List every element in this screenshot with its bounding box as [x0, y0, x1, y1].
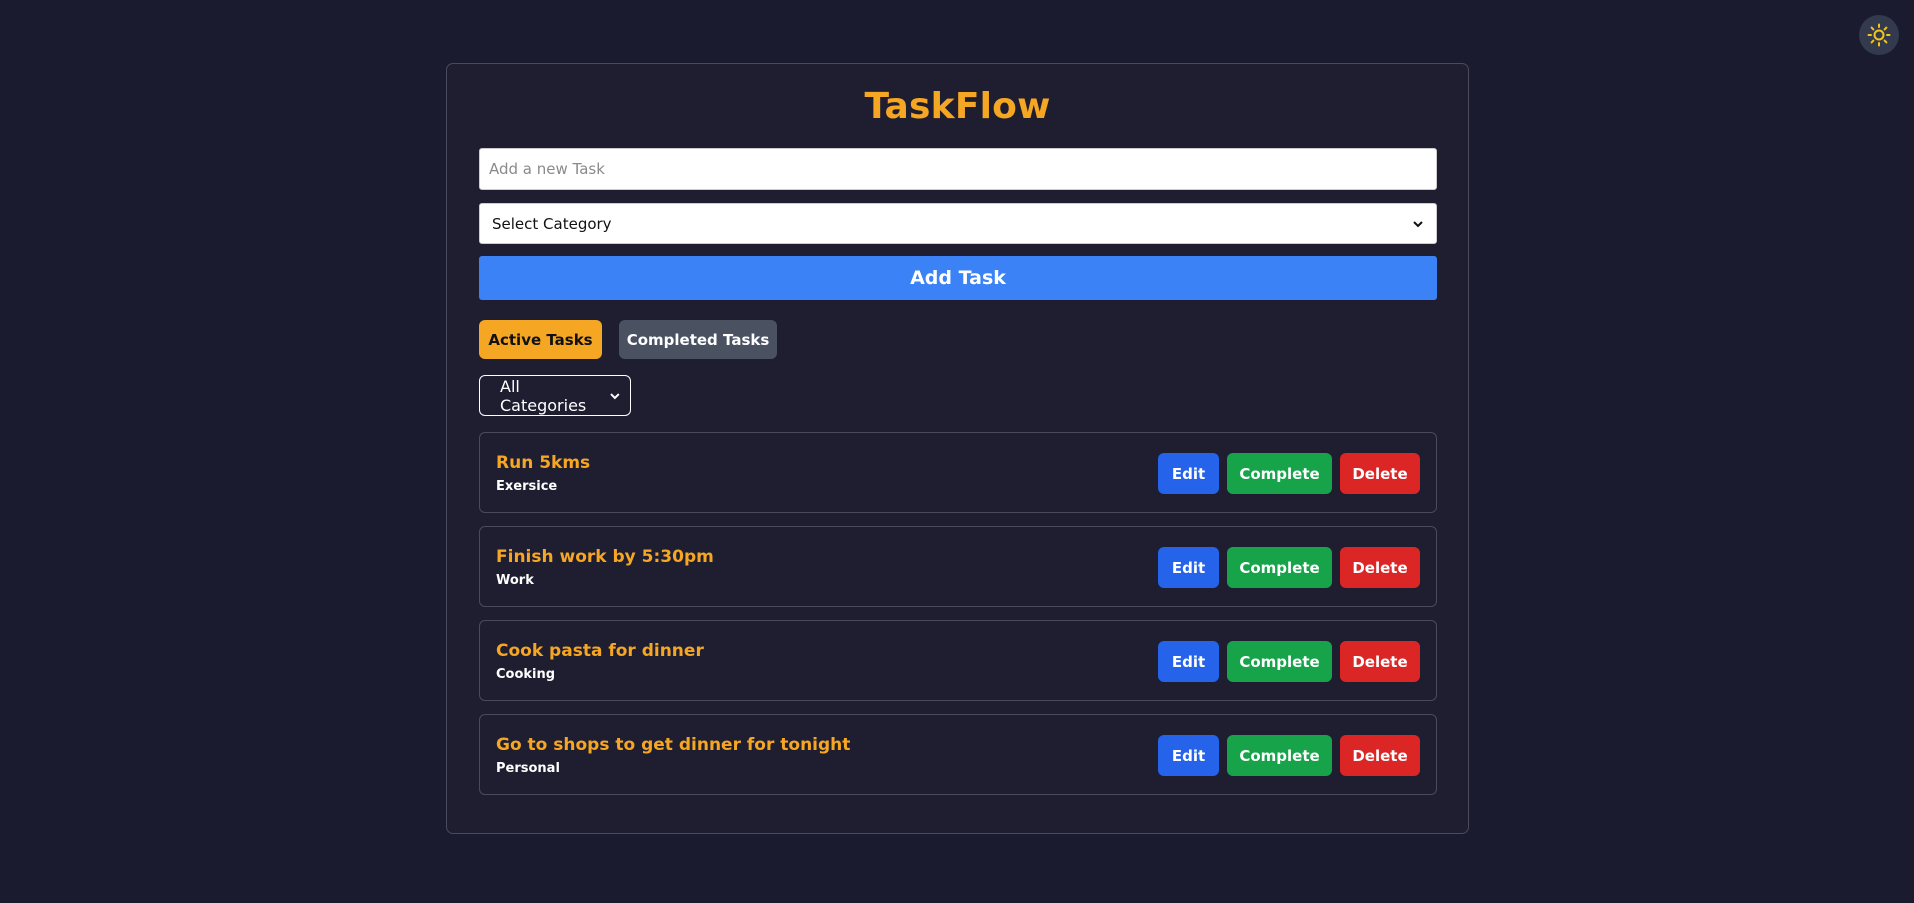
category-filter-value: All Categories — [500, 376, 587, 415]
task-title: Cook pasta for dinner — [496, 641, 704, 661]
category-filter-select[interactable]: All Categories — [479, 375, 631, 416]
task-list: Run 5kms Exersice Edit Complete Delete F… — [479, 432, 1437, 808]
theme-toggle-button[interactable] — [1859, 15, 1899, 55]
task-category: Cooking — [496, 667, 556, 682]
task-title: Go to shops to get dinner for tonight — [496, 735, 851, 755]
edit-button[interactable]: Edit — [1158, 453, 1219, 494]
edit-button[interactable]: Edit — [1158, 547, 1219, 588]
task-item: Go to shops to get dinner for tonight Pe… — [479, 714, 1437, 795]
complete-button[interactable]: Complete — [1227, 547, 1332, 588]
add-task-button[interactable]: Add Task — [479, 256, 1437, 300]
chevron-down-icon — [1413, 220, 1423, 227]
sun-icon — [1867, 23, 1891, 47]
delete-button[interactable]: Delete — [1340, 453, 1420, 494]
taskflow-card: TaskFlow Select Category Add Task Active… — [446, 63, 1469, 834]
complete-button[interactable]: Complete — [1227, 641, 1332, 682]
edit-button[interactable]: Edit — [1158, 735, 1219, 776]
app-title: TaskFlow — [864, 86, 1051, 127]
delete-button[interactable]: Delete — [1340, 735, 1420, 776]
tab-completed-tasks[interactable]: Completed Tasks — [619, 320, 777, 359]
category-select-value: Select Category — [492, 214, 612, 233]
task-category: Personal — [496, 761, 560, 776]
edit-button[interactable]: Edit — [1158, 641, 1219, 682]
new-task-input[interactable] — [479, 148, 1437, 190]
delete-button[interactable]: Delete — [1340, 641, 1420, 682]
tab-active-tasks[interactable]: Active Tasks — [479, 320, 602, 359]
task-title: Finish work by 5:30pm — [496, 547, 714, 567]
task-item: Run 5kms Exersice Edit Complete Delete — [479, 432, 1437, 513]
task-item: Cook pasta for dinner Cooking Edit Compl… — [479, 620, 1437, 701]
chevron-down-icon — [610, 392, 620, 399]
task-category: Exersice — [496, 479, 558, 494]
task-item: Finish work by 5:30pm Work Edit Complete… — [479, 526, 1437, 607]
task-title: Run 5kms — [496, 453, 591, 473]
delete-button[interactable]: Delete — [1340, 547, 1420, 588]
complete-button[interactable]: Complete — [1227, 453, 1332, 494]
task-category: Work — [496, 573, 534, 588]
category-select[interactable]: Select Category — [479, 203, 1437, 244]
complete-button[interactable]: Complete — [1227, 735, 1332, 776]
